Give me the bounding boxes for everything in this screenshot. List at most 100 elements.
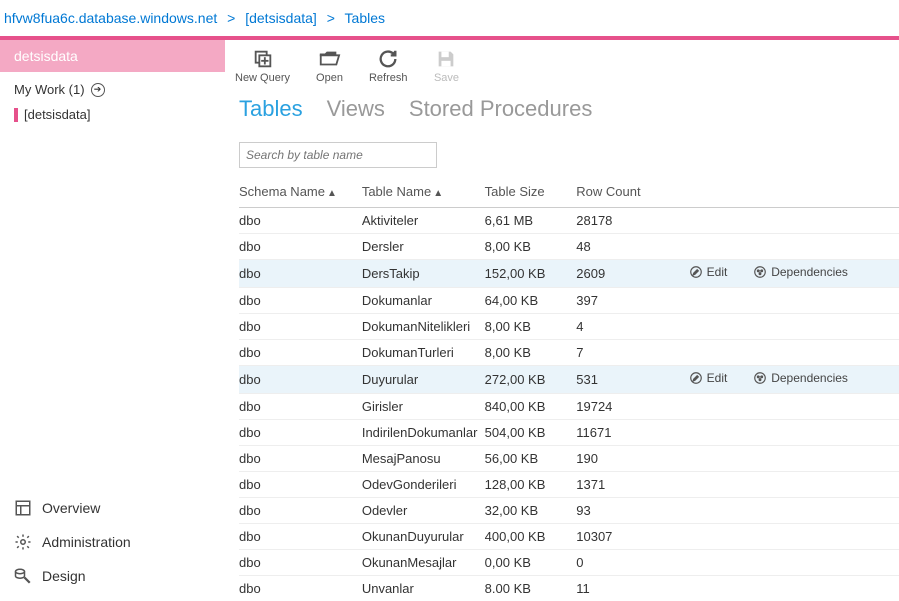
cell-row-count: 11671 xyxy=(576,420,688,446)
cell-table-size: 128,00 KB xyxy=(485,472,577,498)
tables-grid: Schema Name▲ Table Name▲ Table Size Row … xyxy=(239,178,899,601)
sidebar-tree-item[interactable]: [detsisdata] xyxy=(14,105,211,124)
table-row[interactable]: dboAktiviteler6,61 MB28178 xyxy=(239,208,899,234)
table-row[interactable]: dboDersTakip152,00 KB2609EditDependencie… xyxy=(239,260,899,288)
cell-schema: dbo xyxy=(239,394,362,420)
breadcrumb: hfvw8fua6c.database.windows.net > [detsi… xyxy=(0,0,899,36)
cell-table-name: MesajPanosu xyxy=(362,446,485,472)
save-icon xyxy=(433,48,459,70)
cell-table-name: OkunanDuyurular xyxy=(362,524,485,550)
sidebar-db-header[interactable]: detsisdata xyxy=(0,40,225,72)
breadcrumb-db[interactable]: [detsisdata] xyxy=(245,10,317,26)
nav-administration-label: Administration xyxy=(42,534,131,550)
cell-schema: dbo xyxy=(239,340,362,366)
edit-button[interactable]: Edit xyxy=(689,371,728,385)
tab-tables[interactable]: Tables xyxy=(239,96,303,122)
tab-stored-procedures[interactable]: Stored Procedures xyxy=(409,96,592,122)
cell-table-name: Unvanlar xyxy=(362,576,485,601)
cell-row-count: 48 xyxy=(576,234,688,260)
cell-row-count: 397 xyxy=(576,288,688,314)
sidebar-my-work[interactable]: My Work (1) ➔ xyxy=(14,82,211,97)
cell-table-name: DersTakip xyxy=(362,260,485,288)
cell-row-count: 4 xyxy=(576,314,688,340)
cell-row-count: 19724 xyxy=(576,394,688,420)
cell-table-name: Dokumanlar xyxy=(362,288,485,314)
open-label: Open xyxy=(316,72,343,84)
cell-table-name: Duyurular xyxy=(362,366,485,394)
cell-schema: dbo xyxy=(239,288,362,314)
open-button[interactable]: Open xyxy=(316,48,343,84)
table-row[interactable]: dboOkunanDuyurular400,00 KB10307 xyxy=(239,524,899,550)
nav-overview[interactable]: Overview xyxy=(0,491,225,525)
search-input[interactable] xyxy=(239,142,437,168)
cell-schema: dbo xyxy=(239,366,362,394)
nav-administration[interactable]: Administration xyxy=(0,525,225,559)
cell-table-size: 504,00 KB xyxy=(485,420,577,446)
cell-table-size: 8.00 KB xyxy=(485,576,577,601)
sort-asc-icon: ▲ xyxy=(327,188,337,199)
cell-schema: dbo xyxy=(239,314,362,340)
cell-row-count: 28178 xyxy=(576,208,688,234)
table-row[interactable]: dboDokumanNitelikleri8,00 KB4 xyxy=(239,314,899,340)
table-row[interactable]: dboDokumanTurleri8,00 KB7 xyxy=(239,340,899,366)
table-row[interactable]: dboOdevler32,00 KB93 xyxy=(239,498,899,524)
table-row[interactable]: dboDuyurular272,00 KB531EditDependencies xyxy=(239,366,899,394)
table-row[interactable]: dboDersler8,00 KB48 xyxy=(239,234,899,260)
table-row[interactable]: dboIndirilenDokumanlar504,00 KB11671 xyxy=(239,420,899,446)
arrow-right-icon: ➔ xyxy=(91,83,105,97)
table-row[interactable]: dboOkunanMesajlar0,00 KB0 xyxy=(239,550,899,576)
header-table-size[interactable]: Table Size xyxy=(485,178,577,208)
breadcrumb-sep: > xyxy=(227,10,235,26)
cell-schema: dbo xyxy=(239,234,362,260)
cell-table-name: OkunanMesajlar xyxy=(362,550,485,576)
cell-row-count: 1371 xyxy=(576,472,688,498)
edit-button[interactable]: Edit xyxy=(689,265,728,279)
sidebar: detsisdata My Work (1) ➔ [detsisdata] Ov… xyxy=(0,40,225,593)
header-table-name[interactable]: Table Name▲ xyxy=(362,178,485,208)
new-query-button[interactable]: New Query xyxy=(235,48,290,84)
cell-schema: dbo xyxy=(239,420,362,446)
wrench-icon xyxy=(14,567,32,585)
breadcrumb-section[interactable]: Tables xyxy=(345,10,385,26)
header-row-count[interactable]: Row Count xyxy=(576,178,688,208)
cell-table-name: IndirilenDokumanlar xyxy=(362,420,485,446)
nav-design[interactable]: Design xyxy=(0,559,225,593)
breadcrumb-sep: > xyxy=(327,10,335,26)
cell-row-count: 0 xyxy=(576,550,688,576)
dependencies-button[interactable]: Dependencies xyxy=(753,371,848,385)
cell-table-name: Odevler xyxy=(362,498,485,524)
cell-table-size: 0,00 KB xyxy=(485,550,577,576)
table-row[interactable]: dboDokumanlar64,00 KB397 xyxy=(239,288,899,314)
table-row[interactable]: dboGirisler840,00 KB19724 xyxy=(239,394,899,420)
table-row[interactable]: dboMesajPanosu56,00 KB190 xyxy=(239,446,899,472)
folder-open-icon xyxy=(316,48,342,70)
cell-table-size: 6,61 MB xyxy=(485,208,577,234)
toolbar: New Query Open Refresh Save xyxy=(225,40,899,90)
cell-table-size: 8,00 KB xyxy=(485,234,577,260)
cell-schema: dbo xyxy=(239,472,362,498)
cell-table-name: OdevGonderileri xyxy=(362,472,485,498)
refresh-icon xyxy=(375,48,401,70)
cell-schema: dbo xyxy=(239,550,362,576)
table-row[interactable]: dboUnvanlar8.00 KB11 xyxy=(239,576,899,601)
breadcrumb-server[interactable]: hfvw8fua6c.database.windows.net xyxy=(4,10,217,26)
cell-table-size: 400,00 KB xyxy=(485,524,577,550)
header-schema[interactable]: Schema Name▲ xyxy=(239,178,362,208)
main: New Query Open Refresh Save Tables Views… xyxy=(225,40,899,593)
tabs: Tables Views Stored Procedures xyxy=(225,90,899,136)
cell-schema: dbo xyxy=(239,260,362,288)
nav-design-label: Design xyxy=(42,568,86,584)
dependencies-button[interactable]: Dependencies xyxy=(753,265,848,279)
save-label: Save xyxy=(434,72,459,84)
search-box xyxy=(239,142,899,168)
overview-icon xyxy=(14,499,32,517)
table-row[interactable]: dboOdevGonderileri128,00 KB1371 xyxy=(239,472,899,498)
cell-table-name: Aktiviteler xyxy=(362,208,485,234)
cell-row-count: 7 xyxy=(576,340,688,366)
active-marker xyxy=(14,108,18,122)
tab-views[interactable]: Views xyxy=(327,96,385,122)
cell-schema: dbo xyxy=(239,208,362,234)
refresh-button[interactable]: Refresh xyxy=(369,48,408,84)
cell-row-count: 190 xyxy=(576,446,688,472)
cell-row-count: 2609 xyxy=(576,260,688,288)
